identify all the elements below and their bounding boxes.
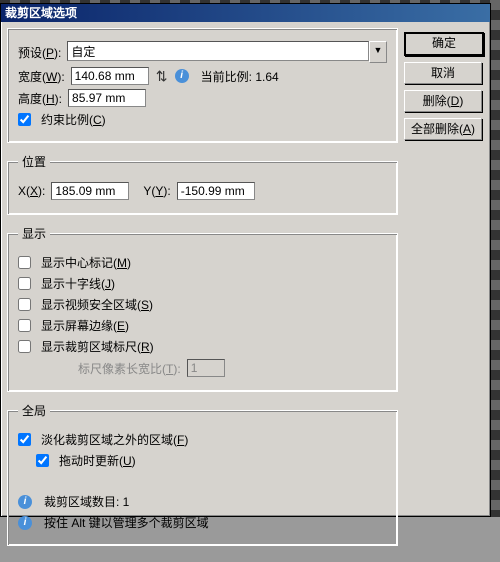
dim-outside-checkbox[interactable]	[18, 433, 31, 446]
crop-count: 裁剪区域数目: 1	[44, 493, 129, 510]
delete-button[interactable]: 删除(D)	[404, 90, 482, 112]
safe-checkbox[interactable]	[18, 298, 31, 311]
preset-dropdown-button[interactable]: ▼	[369, 41, 387, 63]
ruler-px-input	[187, 359, 225, 377]
screen-checkbox[interactable]	[18, 319, 31, 332]
width-input[interactable]	[71, 67, 149, 85]
info-icon: i	[18, 516, 32, 530]
update-checkbox[interactable]	[36, 454, 49, 467]
constrain-label: 约束比例(C)	[41, 111, 106, 128]
y-label: Y(Y):	[143, 184, 170, 198]
rulers-label: 显示裁剪区域标尺(R)	[41, 338, 154, 355]
info-icon: i	[18, 495, 32, 509]
x-label: X(X):	[18, 184, 45, 198]
y-input[interactable]	[177, 182, 255, 200]
global-legend: 全局	[18, 402, 50, 419]
update-label: 拖动时更新(U)	[59, 452, 136, 469]
dialog-window: 裁剪区域选项 预设(P): ▼ 宽度(W): ⇅ i	[0, 3, 491, 517]
height-label: 高度(H):	[18, 90, 62, 107]
height-input[interactable]	[68, 89, 146, 107]
constrain-checkbox[interactable]	[18, 113, 31, 126]
center-checkbox[interactable]	[18, 256, 31, 269]
center-label: 显示中心标记(M)	[41, 254, 131, 271]
dim-outside-label: 淡化裁剪区域之外的区域(F)	[41, 431, 188, 448]
rulers-checkbox[interactable]	[18, 340, 31, 353]
global-group: 全局 淡化裁剪区域之外的区域(F) 拖动时更新(U) i裁剪区域数目: 1 i按…	[7, 402, 398, 546]
ruler-px-label: 标尺像素长宽比(T):	[78, 360, 181, 377]
link-icon[interactable]: ⇅	[155, 68, 169, 85]
preset-combo[interactable]	[67, 41, 369, 61]
ratio-text: 当前比例: 1.64	[201, 68, 279, 85]
x-input[interactable]	[51, 182, 129, 200]
cross-checkbox[interactable]	[18, 277, 31, 290]
safe-label: 显示视频安全区域(S)	[41, 296, 153, 313]
preset-group: 预设(P): ▼ 宽度(W): ⇅ i 当前比例: 1.64	[7, 28, 398, 143]
info-icon: i	[175, 69, 189, 83]
screen-label: 显示屏幕边缘(E)	[41, 317, 129, 334]
dialog-title: 裁剪区域选项	[1, 4, 490, 22]
position-group: 位置 X(X): Y(Y):	[7, 153, 398, 215]
display-group: 显示 显示中心标记(M) 显示十字线(J) 显示视频安全区域(S) 显示屏幕边缘…	[7, 225, 398, 392]
display-legend: 显示	[18, 225, 50, 242]
cancel-button[interactable]: 取消	[404, 62, 482, 84]
cross-label: 显示十字线(J)	[41, 275, 115, 292]
preset-label: 预设(P):	[18, 44, 61, 61]
width-label: 宽度(W):	[18, 68, 65, 85]
position-legend: 位置	[18, 153, 50, 170]
ok-button[interactable]: 确定	[404, 32, 484, 56]
delete-all-button[interactable]: 全部删除(A)	[404, 118, 482, 140]
